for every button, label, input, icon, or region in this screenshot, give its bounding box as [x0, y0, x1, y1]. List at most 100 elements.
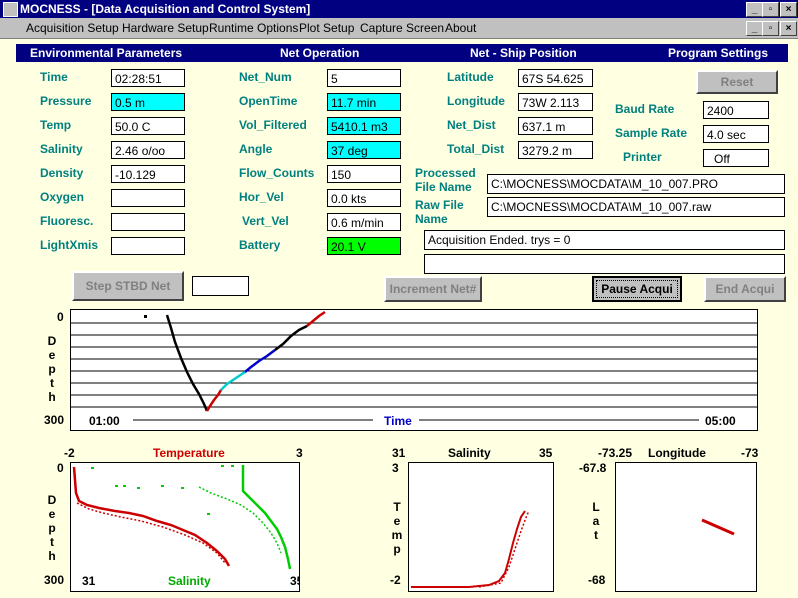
title-bar: MOCNESS - [Data Acquisition and Control …	[0, 0, 798, 18]
net-dist-field: 637.1 m	[518, 117, 593, 135]
depth-plot-x-label: Time	[384, 414, 412, 428]
ll-lat-bottom: -68	[588, 573, 606, 587]
salinity-point	[115, 485, 118, 487]
end-acqui-button[interactable]: End Acqui	[704, 276, 786, 302]
raw-file-field: C:\MOCNESS\MOCDATA\M_10_007.raw	[487, 197, 785, 217]
st-t-top: 3	[392, 461, 399, 475]
depth-time-plot: 01:00 Time 05:00	[70, 309, 758, 431]
ll-lat-label: Lat	[592, 500, 600, 542]
menu-acquisition-setup[interactable]: Acquisition Setup	[26, 21, 119, 35]
ts-d-top: 0	[57, 461, 64, 475]
header-settings: Program Settings	[668, 46, 769, 60]
menu-runtime-options[interactable]: Runtime Options	[209, 21, 298, 35]
hor-vel-label: Hor_Vel	[239, 190, 284, 204]
st-s-min: 31	[392, 446, 406, 460]
opentime-field: 11.7 min	[327, 93, 401, 111]
time-label: Time	[40, 70, 68, 84]
temperature-profile	[72, 466, 231, 567]
menu-capture-screen[interactable]: Capture Screen	[360, 21, 444, 35]
depth-plot-y-top: 0	[57, 310, 64, 324]
salinity-point	[91, 467, 94, 469]
salinity-point	[123, 485, 126, 487]
doc-close-icon[interactable]: ×	[780, 21, 797, 36]
temp-label: Temp	[40, 118, 72, 132]
battery-label: Battery	[239, 238, 281, 252]
salinity-point	[137, 487, 140, 489]
salinity-point	[161, 485, 164, 487]
depth-trace-segment	[220, 370, 246, 391]
st-s-max: 35	[539, 446, 553, 460]
lat-lon-plot	[615, 462, 757, 592]
printer-field: Off	[703, 149, 769, 167]
temp-salinity-plot: 31 Salinity 35	[70, 462, 300, 592]
close-icon[interactable]: ×	[780, 2, 797, 17]
baud-rate-label: Baud Rate	[615, 102, 675, 116]
sample-rate-field: 4.0 sec	[703, 125, 769, 143]
app-icon[interactable]	[3, 2, 18, 17]
salinity-temp-plot	[408, 462, 554, 592]
salinity-point	[231, 465, 234, 467]
st-t-label: Temp	[391, 500, 403, 556]
salinity-profile	[241, 465, 292, 570]
increment-net-button[interactable]: Increment Net#	[384, 276, 482, 302]
density-label: Density	[40, 166, 84, 180]
step-net-field[interactable]	[192, 276, 249, 296]
salinity-label: Salinity	[40, 142, 83, 156]
ll-lon-label: Longitude	[648, 446, 706, 460]
net-num-label: Net_Num	[239, 70, 292, 84]
st-s-label: Salinity	[448, 446, 491, 460]
menu-about[interactable]: About	[445, 21, 476, 35]
depth-plot-y-bottom: 300	[44, 413, 65, 427]
net-num-field: 5	[327, 69, 401, 87]
depth-trace-segment	[274, 324, 308, 351]
depth-plot-y-label: Depth	[47, 334, 57, 404]
section-header: Environmental Parameters Net Operation N…	[16, 44, 788, 62]
fluoresc-label: Fluoresc.	[40, 214, 94, 228]
maximize-icon[interactable]: ▫	[762, 2, 779, 17]
fluoresc-field	[111, 213, 185, 231]
ts-d-bottom: 300	[44, 573, 65, 587]
temperature-profile-2	[76, 502, 226, 564]
temp-field: 50.0 C	[111, 117, 185, 135]
processed-file-label: Processed File Name	[415, 166, 476, 194]
vert-vel-label: Vert_Vel	[242, 214, 289, 228]
angle-field: 37 deg	[327, 141, 401, 159]
flow-counts-label: Flow_Counts	[239, 166, 315, 180]
window-title: MOCNESS - [Data Acquisition and Control …	[20, 2, 311, 16]
reset-button[interactable]: Reset	[696, 70, 778, 94]
opentime-label: OpenTime	[239, 94, 298, 108]
header-pos: Net - Ship Position	[470, 46, 577, 60]
vol-filtered-label: Vol_Filtered	[239, 118, 307, 132]
lightxmis-label: LightXmis	[40, 238, 99, 252]
menu-plot-setup[interactable]: Plot Setup	[299, 21, 354, 35]
menu-hardware-setup[interactable]: Hardware Setup	[122, 21, 209, 35]
depth-point-marker	[144, 315, 147, 318]
ts-s-min: 31	[82, 574, 96, 588]
lightxmis-field	[111, 237, 185, 255]
total-dist-field: 3279.2 m	[518, 141, 593, 159]
ts-s-max: 35	[290, 574, 300, 588]
ll-lat-top: -67.8	[579, 461, 607, 475]
minimize-icon[interactable]: _	[746, 2, 763, 17]
step-stbd-net-button[interactable]: Step STBD Net	[72, 271, 184, 301]
ts-diagram-trace	[411, 510, 526, 588]
longitude-field: 73W 2.113	[518, 93, 593, 111]
oxygen-label: Oxygen	[40, 190, 85, 204]
pressure-label: Pressure	[40, 94, 92, 108]
density-field: -10.129	[111, 165, 185, 183]
doc-restore-icon[interactable]: ▫	[762, 21, 779, 36]
depth-trace-segment	[244, 349, 276, 373]
salinity-field: 2.46 o/oo	[111, 141, 185, 159]
doc-minimize-icon[interactable]: _	[746, 21, 763, 36]
pause-acqui-button[interactable]: Pause Acqui	[592, 276, 682, 302]
oxygen-field	[111, 189, 185, 207]
ts-s-label: Salinity	[168, 574, 211, 588]
ts-t-label: Temperature	[153, 446, 225, 460]
vert-vel-field: 0.6 m/min	[327, 213, 401, 231]
raw-file-label: Raw File Name	[415, 198, 464, 226]
flow-counts-field: 150	[327, 165, 401, 183]
ts-t-max: 3	[296, 446, 303, 460]
header-net: Net Operation	[280, 46, 360, 60]
battery-field: 20.1 V	[327, 237, 401, 255]
printer-label: Printer	[623, 150, 662, 164]
